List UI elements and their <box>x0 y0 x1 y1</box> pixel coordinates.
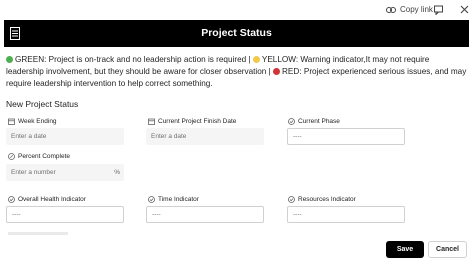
calendar-icon <box>148 118 155 125</box>
resources-indicator-dropdown[interactable]: ---- <box>287 206 405 223</box>
resources-indicator-label: Resources Indicator <box>288 196 356 203</box>
next-field-partial <box>8 232 68 235</box>
finish-date-input[interactable]: Enter a date <box>146 128 264 145</box>
current-phase-value: ---- <box>293 133 302 140</box>
week-ending-input[interactable]: Enter a date <box>6 128 124 145</box>
current-phase-dropdown[interactable]: ---- <box>287 128 405 145</box>
finish-date-label: Current Project Finish Date <box>148 118 236 125</box>
percent-complete-placeholder: Enter a number <box>11 169 56 176</box>
percent-suffix: % <box>114 169 120 176</box>
red-dot-icon <box>273 68 281 75</box>
green-dot-icon <box>6 56 13 63</box>
time-indicator-label: Time Indicator <box>148 196 199 203</box>
choice-icon <box>288 118 295 125</box>
save-button[interactable]: Save <box>386 241 424 258</box>
choice-icon <box>148 196 155 203</box>
yellow-dot-icon <box>252 56 260 63</box>
overall-health-dropdown[interactable]: ---- <box>6 206 124 223</box>
close-icon <box>460 5 469 14</box>
calendar-icon <box>8 118 15 125</box>
section-title: New Project Status <box>6 99 79 109</box>
choice-icon <box>8 196 15 203</box>
cancel-button[interactable]: Cancel <box>428 241 467 258</box>
status-legend: GREEN: Project is on-track and no leader… <box>6 54 468 90</box>
copy-link-label: Copy link <box>400 5 433 14</box>
overall-health-value: ---- <box>12 211 21 218</box>
page-title: Project Status <box>201 27 272 39</box>
choice-icon <box>288 196 295 203</box>
feedback-icon <box>433 5 443 15</box>
overall-health-label: Overall Health Indicator <box>8 196 86 203</box>
title-banner: Project Status <box>4 20 469 47</box>
percent-icon <box>8 153 15 160</box>
percent-complete-label: Percent Complete <box>8 153 70 160</box>
time-indicator-value: ---- <box>152 211 161 218</box>
finish-date-placeholder: Enter a date <box>151 133 187 140</box>
week-ending-label: Week Ending <box>8 118 57 125</box>
percent-complete-input[interactable]: Enter a number % <box>6 164 124 181</box>
current-phase-label: Current Phase <box>288 118 340 125</box>
top-toolbar: Copy link <box>0 0 474 20</box>
feedback-button[interactable] <box>433 4 444 15</box>
legend-green-text: GREEN: Project is on-track and no leader… <box>15 55 253 64</box>
week-ending-placeholder: Enter a date <box>11 133 47 140</box>
close-button[interactable] <box>459 4 470 15</box>
time-indicator-dropdown[interactable]: ---- <box>146 206 264 223</box>
copy-link-button[interactable]: Copy link <box>386 5 433 14</box>
resources-indicator-value: ---- <box>293 211 302 218</box>
link-icon <box>386 6 396 13</box>
